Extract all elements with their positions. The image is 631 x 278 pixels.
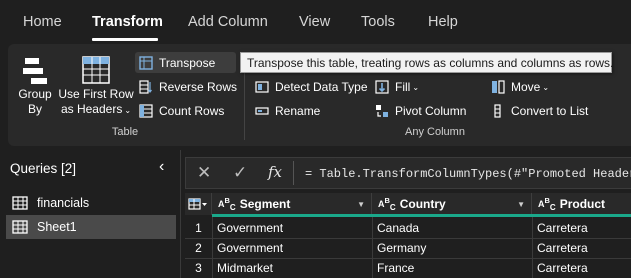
row-number[interactable]: 3 (185, 261, 212, 278)
query-label: Sheet1 (37, 220, 77, 234)
rename-label: Rename (275, 104, 321, 118)
text-type-icon: ABC (538, 195, 556, 212)
row-number[interactable]: 1 (185, 221, 212, 241)
collapse-pane-button[interactable]: ‹ (159, 158, 164, 176)
fill-down-icon (375, 80, 389, 94)
table-cell[interactable]: Carretera (532, 261, 631, 278)
count-rows-button[interactable]: Count Rows (139, 104, 224, 118)
column-header-label: Country (399, 197, 446, 211)
text-type-icon: ABC (378, 195, 396, 212)
text-type-icon: ABC (218, 195, 236, 212)
query-label: financials (37, 196, 90, 210)
reverse-rows-icon (139, 80, 152, 94)
move-icon (492, 80, 505, 94)
column-header-country[interactable]: ABC Country ▼ (372, 193, 532, 215)
group-by-icon (23, 58, 47, 84)
table-cell[interactable]: Canada (372, 221, 532, 241)
chevron-down-icon: ⌄ (542, 82, 550, 92)
group-by-label-1: Group (18, 87, 52, 101)
table-icon (12, 196, 28, 210)
close-icon: ✕ (197, 163, 212, 182)
chevron-down-icon: ⌄ (124, 106, 132, 115)
reverse-rows-button[interactable]: Reverse Rows (139, 80, 237, 94)
column-header-label: Product (559, 197, 606, 211)
tab-home[interactable]: Home (23, 14, 62, 30)
table-menu-button[interactable] (185, 193, 212, 215)
tab-help[interactable]: Help (428, 14, 458, 30)
pivot-column-icon (376, 105, 388, 117)
group-by-button[interactable]: Group By (15, 55, 55, 117)
convert-to-list-icon (494, 104, 501, 118)
pivot-column-button[interactable]: Pivot Column (375, 104, 466, 118)
query-item-financials[interactable]: financials (6, 191, 176, 215)
table-cell[interactable]: France (372, 261, 532, 278)
transpose-icon (139, 55, 153, 70)
table-menu-icon (188, 198, 207, 210)
commit-formula-button[interactable]: ✓ (233, 163, 247, 183)
table-cell[interactable]: Government (212, 221, 372, 241)
tab-add-column[interactable]: Add Column (188, 14, 268, 30)
table-group-label: Table (111, 126, 139, 138)
checkmark-icon: ✓ (233, 163, 248, 182)
any-column-group-label: Any Column (405, 126, 465, 138)
detect-data-type-label: Detect Data Type (275, 80, 368, 94)
dropdown-arrow-icon[interactable]: ▼ (517, 200, 525, 209)
use-first-row-label-1: Use First Row (58, 87, 134, 101)
pane-divider (180, 150, 181, 278)
use-first-row-label-2: as Headers (60, 102, 123, 116)
move-button[interactable]: Move ⌄ (491, 80, 549, 94)
cancel-formula-button[interactable]: ✕ (197, 163, 211, 183)
table-cell[interactable]: Government (212, 241, 372, 261)
group-by-label-2: By (27, 102, 42, 116)
queries-header: Queries [2] (10, 161, 77, 176)
move-label: Move (511, 80, 541, 94)
count-rows-label: Count Rows (159, 104, 225, 118)
menu-tabs: Home Transform Add Column View Tools Hel… (0, 0, 631, 42)
rename-button[interactable]: Rename (255, 104, 320, 118)
transpose-button[interactable]: Transpose (135, 52, 236, 73)
transpose-tooltip: Transpose this table, treating rows as c… (240, 52, 613, 73)
row-number[interactable]: 2 (185, 241, 212, 261)
column-header-product[interactable]: ABC Product (532, 193, 631, 215)
column-header-segment[interactable]: ABC Segment ▼ (212, 193, 372, 215)
detect-data-type-button[interactable]: Detect Data Type (255, 80, 368, 94)
detect-data-type-icon (255, 81, 269, 93)
use-first-row-as-headers-button[interactable]: Use First Row as Headers ⌄ (58, 55, 134, 118)
tab-transform[interactable]: Transform (92, 14, 163, 30)
table-icon (12, 220, 28, 234)
formula-text[interactable]: = Table.TransformColumnTypes(#"Promoted … (305, 167, 631, 181)
fill-label: Fill (395, 80, 411, 94)
tab-tools[interactable]: Tools (361, 14, 395, 30)
table-cell[interactable]: Germany (372, 241, 532, 261)
active-tab-indicator (92, 38, 158, 41)
chevron-down-icon: ⌄ (412, 82, 420, 92)
column-header-label: Segment (239, 197, 291, 211)
convert-to-list-button[interactable]: Convert to List (491, 104, 588, 118)
query-item-sheet1[interactable]: Sheet1 (6, 215, 176, 239)
insert-function-button[interactable]: fx (268, 163, 282, 181)
rename-icon (255, 107, 269, 115)
table-cell[interactable]: Midmarket (212, 261, 372, 278)
transpose-label: Transpose (159, 55, 216, 70)
chevron-left-icon: ‹ (159, 158, 165, 175)
count-rows-icon (139, 104, 153, 118)
table-cell[interactable]: Carretera (532, 221, 631, 241)
fill-button[interactable]: Fill ⌄ (375, 80, 419, 94)
column-quality-bar (212, 214, 631, 217)
tab-view[interactable]: View (299, 14, 330, 30)
dropdown-arrow-icon[interactable]: ▼ (357, 200, 365, 209)
table-header-icon (82, 56, 110, 84)
pivot-column-label: Pivot Column (395, 104, 467, 118)
reverse-rows-label: Reverse Rows (159, 80, 238, 94)
table-cell[interactable]: Carretera (532, 241, 631, 261)
formula-separator (293, 161, 294, 185)
convert-to-list-label: Convert to List (511, 104, 589, 118)
